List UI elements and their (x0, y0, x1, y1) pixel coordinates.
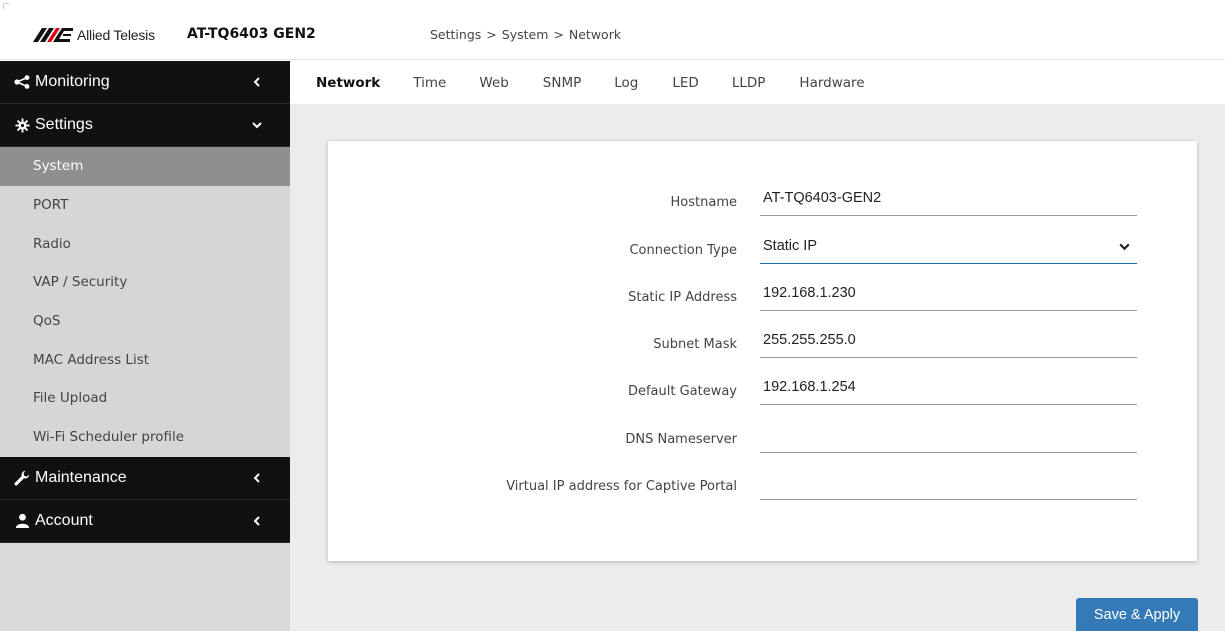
sidebar-group-monitoring[interactable]: Monitoring (0, 61, 290, 104)
tab-led[interactable]: LED (672, 61, 698, 104)
sidebar-group-label: Settings (35, 116, 93, 133)
subnet-mask-label: Subnet Mask (653, 337, 737, 352)
sidebar: Monitoring Settings System PORT Radio VA… (0, 61, 290, 631)
form-row-dns-nameserver: DNS Nameserver (328, 418, 1197, 458)
form-row-static-ip: Static IP Address 192.168.1.230 (328, 276, 1197, 316)
main-content: Hostname AT-TQ6403-GEN2 Connection Type … (290, 104, 1225, 631)
breadcrumb-network: Network (568, 27, 622, 42)
breadcrumb-system[interactable]: System (502, 27, 549, 42)
tab-hardware[interactable]: Hardware (799, 61, 864, 104)
connection-type-value: Static IP (763, 238, 817, 254)
tab-time[interactable]: Time (413, 61, 446, 104)
breadcrumb-settings[interactable]: Settings (430, 27, 481, 42)
static-ip-field[interactable]: 192.168.1.230 (760, 276, 1137, 311)
dns-nameserver-field[interactable] (760, 418, 1137, 453)
breadcrumb-separator: > (553, 27, 564, 42)
sidebar-group-label: Account (35, 511, 93, 529)
static-ip-label: Static IP Address (628, 290, 737, 305)
sidebar-item-qos[interactable]: QoS (0, 302, 290, 341)
virtual-ip-field[interactable] (760, 465, 1137, 500)
chevron-left-icon (250, 470, 264, 486)
chevron-left-icon (250, 513, 264, 529)
top-bar: Allied Telesis AT-TQ6403 GEN2 Settings >… (0, 0, 1225, 60)
form-row-subnet-mask: Subnet Mask 255.255.255.0 (328, 323, 1197, 363)
settings-submenu: System PORT Radio VAP / Security QoS MAC… (0, 147, 290, 457)
wrench-icon (13, 470, 31, 486)
form-row-connection-type: Connection Type Static IP (328, 229, 1197, 269)
tab-bar: Network Time Web SNMP Log LED LLDP Hardw… (290, 61, 1225, 104)
brand-name: Allied Telesis (77, 27, 155, 43)
sidebar-item-system[interactable]: System (0, 147, 290, 186)
hostname-field[interactable]: AT-TQ6403-GEN2 (760, 181, 1137, 216)
sidebar-item-file-upload[interactable]: File Upload (0, 379, 290, 418)
save-apply-button[interactable]: Save & Apply (1076, 598, 1198, 631)
sidebar-item-port[interactable]: PORT (0, 186, 290, 225)
default-gateway-label: Default Gateway (627, 384, 737, 399)
sidebar-group-account[interactable]: Account (0, 499, 290, 543)
virtual-ip-label: Virtual IP address for Captive Portal (506, 479, 737, 494)
sidebar-item-vap-security[interactable]: VAP / Security (0, 263, 290, 302)
sidebar-group-maintenance[interactable]: Maintenance (0, 456, 290, 500)
connection-type-select[interactable]: Static IP (760, 229, 1137, 264)
tab-snmp[interactable]: SNMP (543, 61, 581, 104)
tab-web[interactable]: Web (479, 61, 508, 104)
allied-telesis-logo-icon (33, 28, 73, 42)
chevron-left-icon (250, 74, 264, 90)
sidebar-group-label: Maintenance (35, 468, 127, 486)
hostname-label: Hostname (670, 195, 737, 210)
tab-network[interactable]: Network (316, 61, 380, 104)
subnet-mask-field[interactable]: 255.255.255.0 (760, 323, 1137, 358)
brand-logo[interactable]: Allied Telesis (33, 25, 155, 45)
sidebar-item-radio[interactable]: Radio (0, 224, 290, 263)
chevron-down-icon (250, 117, 264, 133)
sidebar-group-label: Monitoring (35, 73, 110, 90)
tab-lldp[interactable]: LLDP (732, 61, 766, 104)
sidebar-item-mac-address-list[interactable]: MAC Address List (0, 340, 290, 379)
chevron-down-icon (1119, 243, 1130, 251)
product-name: AT-TQ6403 GEN2 (187, 26, 316, 42)
window-corner-mark (3, 3, 9, 9)
network-settings-card: Hostname AT-TQ6403-GEN2 Connection Type … (328, 141, 1197, 561)
form-row-hostname: Hostname AT-TQ6403-GEN2 (328, 181, 1197, 221)
connection-type-label: Connection Type (629, 243, 737, 258)
user-icon (13, 513, 31, 529)
share-icon (13, 74, 31, 90)
default-gateway-field[interactable]: 192.168.1.254 (760, 370, 1137, 405)
gear-icon (13, 117, 31, 133)
form-row-virtual-ip: Virtual IP address for Captive Portal (328, 465, 1197, 505)
breadcrumb: Settings > System > Network (430, 27, 621, 42)
breadcrumb-separator: > (486, 27, 497, 42)
form-row-default-gateway: Default Gateway 192.168.1.254 (328, 370, 1197, 410)
sidebar-item-wifi-scheduler-profile[interactable]: Wi-Fi Scheduler profile (0, 418, 290, 457)
tab-log[interactable]: Log (614, 61, 638, 104)
dns-nameserver-label: DNS Nameserver (625, 432, 737, 447)
sidebar-group-settings[interactable]: Settings (0, 104, 290, 147)
